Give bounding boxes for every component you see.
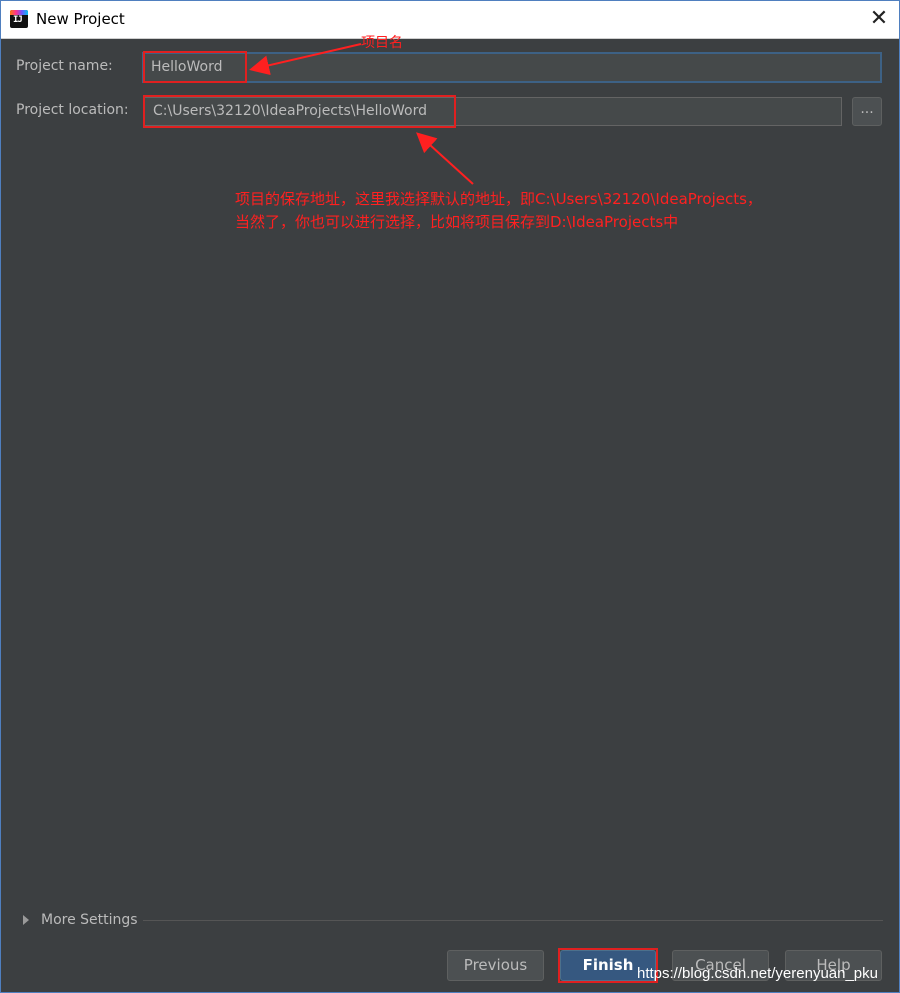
more-settings-label: More Settings xyxy=(41,912,138,928)
watermark: https://blog.csdn.net/yerenyuan_pku xyxy=(637,965,878,982)
more-settings-toggle[interactable]: More Settings xyxy=(23,912,138,928)
annotation-arrows xyxy=(249,43,474,185)
location-annotation-line1: 项目的保存地址，这里我选择默认的地址，即C:\Users\32120\IdeaP… xyxy=(235,190,762,208)
location-arrow xyxy=(416,132,474,185)
project-name-annotation: 项目名 xyxy=(361,35,403,51)
new-project-dialog: IJ New Project ✕ Project name: HelloWord… xyxy=(0,0,900,993)
divider xyxy=(143,920,883,921)
expand-triangle-icon xyxy=(23,915,29,925)
location-annotation-line2: 当然了，你也可以进行选择，比如将项目保存到D:\IdeaProjects中 xyxy=(235,213,679,231)
name-arrow xyxy=(249,43,362,76)
previous-button[interactable]: Previous xyxy=(447,950,544,981)
